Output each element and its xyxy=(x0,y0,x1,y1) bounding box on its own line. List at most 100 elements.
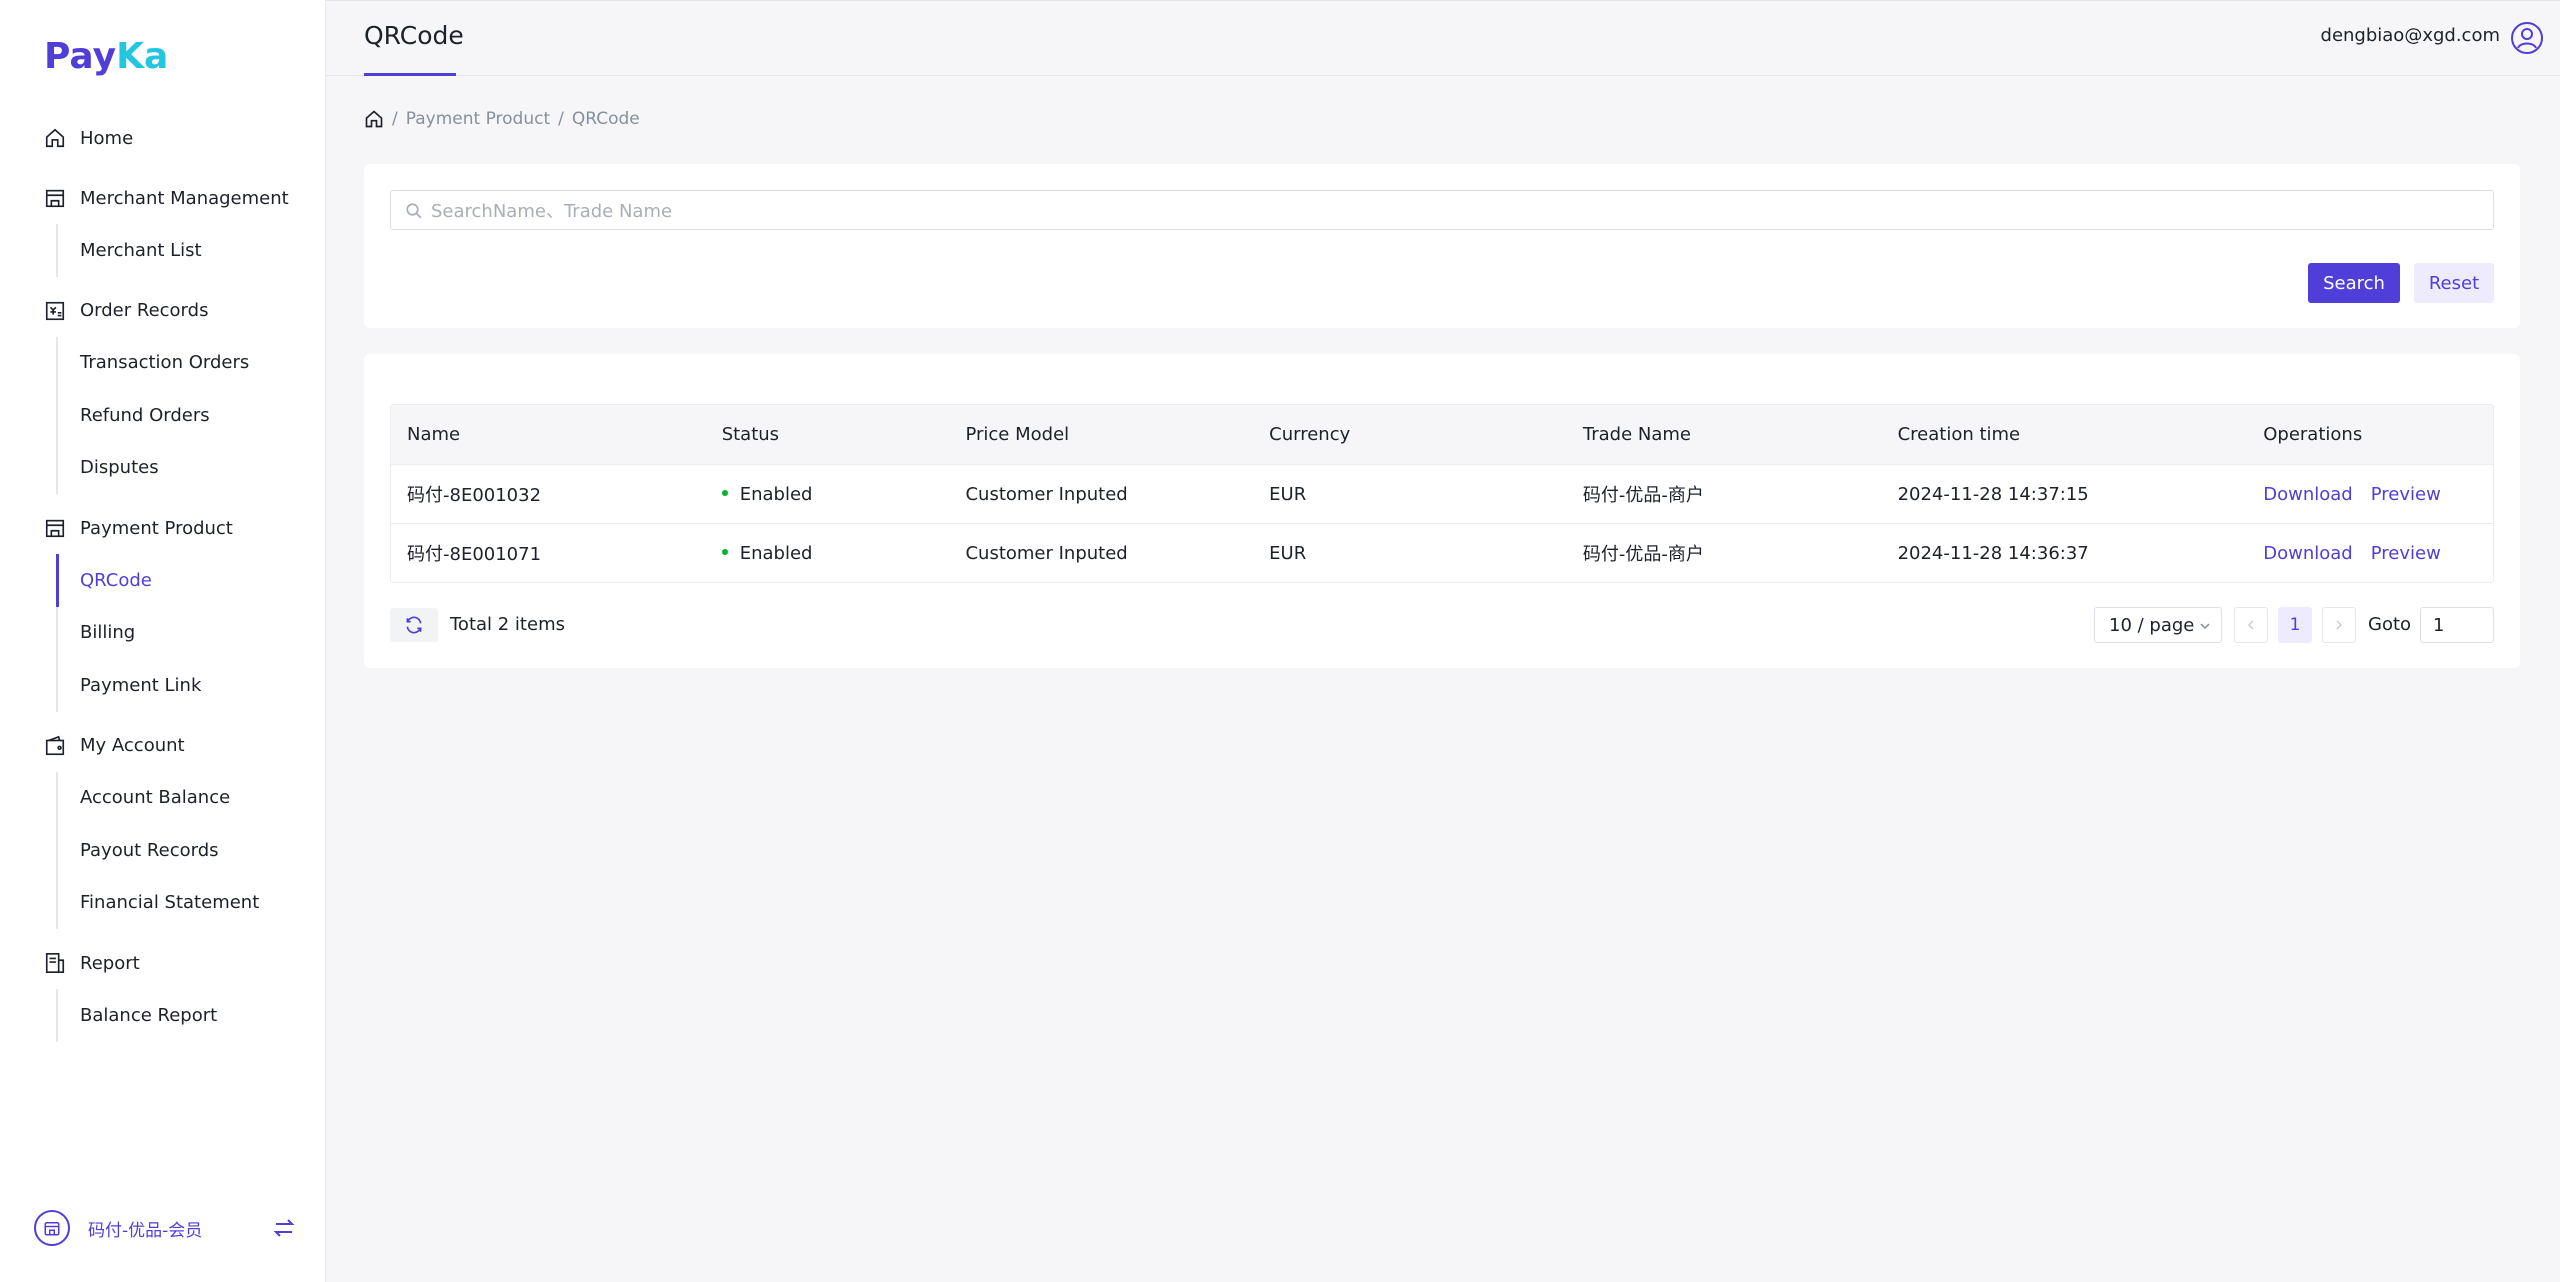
goto-label: Goto xyxy=(2368,614,2412,635)
chevron-left-icon xyxy=(2247,620,2254,630)
page-size-select[interactable]: 10 / page xyxy=(2094,607,2222,643)
shop-icon xyxy=(44,1222,60,1236)
next-page-button[interactable] xyxy=(2322,607,2356,643)
download-link[interactable]: Download xyxy=(2263,543,2352,564)
sidebar-item-label: QRCode xyxy=(80,569,152,591)
breadcrumb: / Payment Product / QRCode xyxy=(364,106,640,132)
sidebar-item-label: Disputes xyxy=(80,457,159,479)
sidebar-group-payment-product[interactable]: Payment Product xyxy=(0,502,326,554)
sidebar-item-transaction-orders[interactable]: Transaction Orders xyxy=(58,337,326,390)
cell-creation-time: 2024-11-28 14:37:15 xyxy=(1897,483,2089,505)
prev-page-button[interactable] xyxy=(2234,607,2268,643)
cell-name: 码付-8E001071 xyxy=(407,544,542,565)
sidebar-item-account-balance[interactable]: Account Balance xyxy=(58,772,326,825)
cell-price-model: Customer Inputed xyxy=(965,542,1128,564)
results-panel: Name Status Price Model Currency Trade N… xyxy=(364,354,2520,668)
sidebar-item-financial-statement[interactable]: Financial Statement xyxy=(58,877,326,930)
cell-trade-name: 码付-优品-商户 xyxy=(1582,485,1704,506)
column-header-operations: Operations xyxy=(2263,424,2363,445)
sidebar-item-qrcode[interactable]: QRCode xyxy=(56,554,326,607)
sidebar-group-merchant-management[interactable]: Merchant Management xyxy=(0,172,326,224)
chevron-down-icon xyxy=(2200,623,2210,630)
sidebar-item-payout-records[interactable]: Payout Records xyxy=(58,824,326,877)
active-tab-indicator xyxy=(364,73,456,76)
cell-currency: EUR xyxy=(1269,542,1307,564)
preview-link[interactable]: Preview xyxy=(2371,543,2441,564)
sidebar-item-disputes[interactable]: Disputes xyxy=(58,442,326,495)
sidebar-item-label: Billing xyxy=(80,622,136,644)
sidebar-group-report[interactable]: Report xyxy=(0,937,326,989)
home-icon[interactable] xyxy=(364,109,384,129)
sidebar: PayKa Home Merchant Management Merchant … xyxy=(0,0,326,1282)
sidebar-item-label: Merchant List xyxy=(80,239,202,261)
column-header-price-model: Price Model xyxy=(965,424,1070,445)
table-header-row: Name Status Price Model Currency Trade N… xyxy=(391,405,2493,464)
store-icon xyxy=(45,189,65,208)
table-row: 码付-8E001032 Enabled Customer Inputed EUR… xyxy=(391,464,2493,523)
breadcrumb-separator: / xyxy=(558,109,564,129)
sidebar-item-label: Transaction Orders xyxy=(80,352,250,374)
sidebar-item-label: Refund Orders xyxy=(80,404,210,426)
store-switcher[interactable]: 码付-优品-会员 xyxy=(34,1208,296,1248)
page-number-button[interactable]: 1 xyxy=(2278,607,2312,643)
column-header-creation-time: Creation time xyxy=(1897,424,2021,445)
page-size-value: 10 / page xyxy=(2109,614,2195,636)
reset-button[interactable]: Reset xyxy=(2414,263,2494,303)
sidebar-item-billing[interactable]: Billing xyxy=(58,607,326,660)
tab-qrcode[interactable]: QRCode xyxy=(364,21,464,50)
sidebar-subnav-report: Balance Report xyxy=(56,989,326,1042)
search-input[interactable]: SearchName、Trade Name xyxy=(390,190,2494,230)
store-icon xyxy=(45,519,65,538)
user-avatar-icon[interactable] xyxy=(2510,21,2544,55)
sidebar-item-refund-orders[interactable]: Refund Orders xyxy=(58,389,326,442)
column-header-trade-name: Trade Name xyxy=(1582,424,1691,445)
search-placeholder: SearchName、Trade Name xyxy=(431,201,673,222)
cell-operations: Download Preview xyxy=(2247,543,2493,564)
top-header: QRCode dengbiao@xgd.com xyxy=(326,0,2560,76)
status-dot-icon xyxy=(721,489,728,496)
table-footer: Total 2 items 10 / page 1 Goto 1 xyxy=(390,606,2494,644)
sidebar-item-merchant-list[interactable]: Merchant List xyxy=(58,224,326,277)
refresh-button[interactable] xyxy=(390,608,438,642)
search-panel: SearchName、Trade Name Search Reset xyxy=(364,164,2520,328)
store-avatar xyxy=(34,1210,70,1246)
goto-page-input[interactable]: 1 xyxy=(2420,607,2494,643)
sidebar-item-label: Account Balance xyxy=(80,787,231,809)
sidebar-item-home[interactable]: Home xyxy=(0,112,326,164)
sidebar-group-my-account[interactable]: My Account xyxy=(0,720,326,772)
sidebar-group-label: Report xyxy=(80,952,140,974)
user-email[interactable]: dengbiao@xgd.com xyxy=(2321,25,2500,46)
sidebar-nav: Home Merchant Management Merchant List O… xyxy=(0,112,326,1042)
sidebar-item-label: Payment Link xyxy=(80,674,202,696)
sidebar-item-payment-link[interactable]: Payment Link xyxy=(58,659,326,712)
sidebar-group-order-records[interactable]: Order Records xyxy=(0,285,326,337)
column-header-currency: Currency xyxy=(1269,424,1351,445)
sidebar-item-label: Home xyxy=(80,127,134,149)
cell-creation-time: 2024-11-28 14:36:37 xyxy=(1897,542,2089,564)
sidebar-subnav-merchant: Merchant List xyxy=(56,224,326,277)
cell-status: Enabled xyxy=(706,484,950,505)
sidebar-group-label: Order Records xyxy=(80,300,209,321)
sidebar-subnav-orders: Transaction Orders Refund Orders Dispute… xyxy=(56,336,326,495)
cell-status: Enabled xyxy=(706,543,950,564)
preview-link[interactable]: Preview xyxy=(2371,484,2441,505)
sidebar-item-balance-report[interactable]: Balance Report xyxy=(58,989,326,1042)
logo-text-ka: Ka xyxy=(116,36,169,77)
status-text: Enabled xyxy=(739,483,813,505)
column-header-name: Name xyxy=(407,424,461,445)
report-icon xyxy=(45,953,65,973)
breadcrumb-item-qrcode: QRCode xyxy=(571,109,640,129)
sidebar-subnav-account: Account Balance Payout Records Financial… xyxy=(56,771,326,930)
download-link[interactable]: Download xyxy=(2263,484,2352,505)
wallet-icon xyxy=(45,735,65,755)
search-button[interactable]: Search xyxy=(2308,263,2400,303)
status-text: Enabled xyxy=(739,542,813,564)
cell-price-model: Customer Inputed xyxy=(965,483,1128,505)
table-row: 码付-8E001071 Enabled Customer Inputed EUR… xyxy=(391,523,2493,582)
breadcrumb-item-payment-product[interactable]: Payment Product xyxy=(406,109,550,129)
payka-logo[interactable]: PayKa xyxy=(44,36,168,80)
column-header-status: Status xyxy=(721,424,780,445)
sidebar-group-label: My Account xyxy=(80,735,185,756)
cell-name: 码付-8E001032 xyxy=(407,485,542,506)
switch-arrows-icon[interactable] xyxy=(272,1216,296,1240)
